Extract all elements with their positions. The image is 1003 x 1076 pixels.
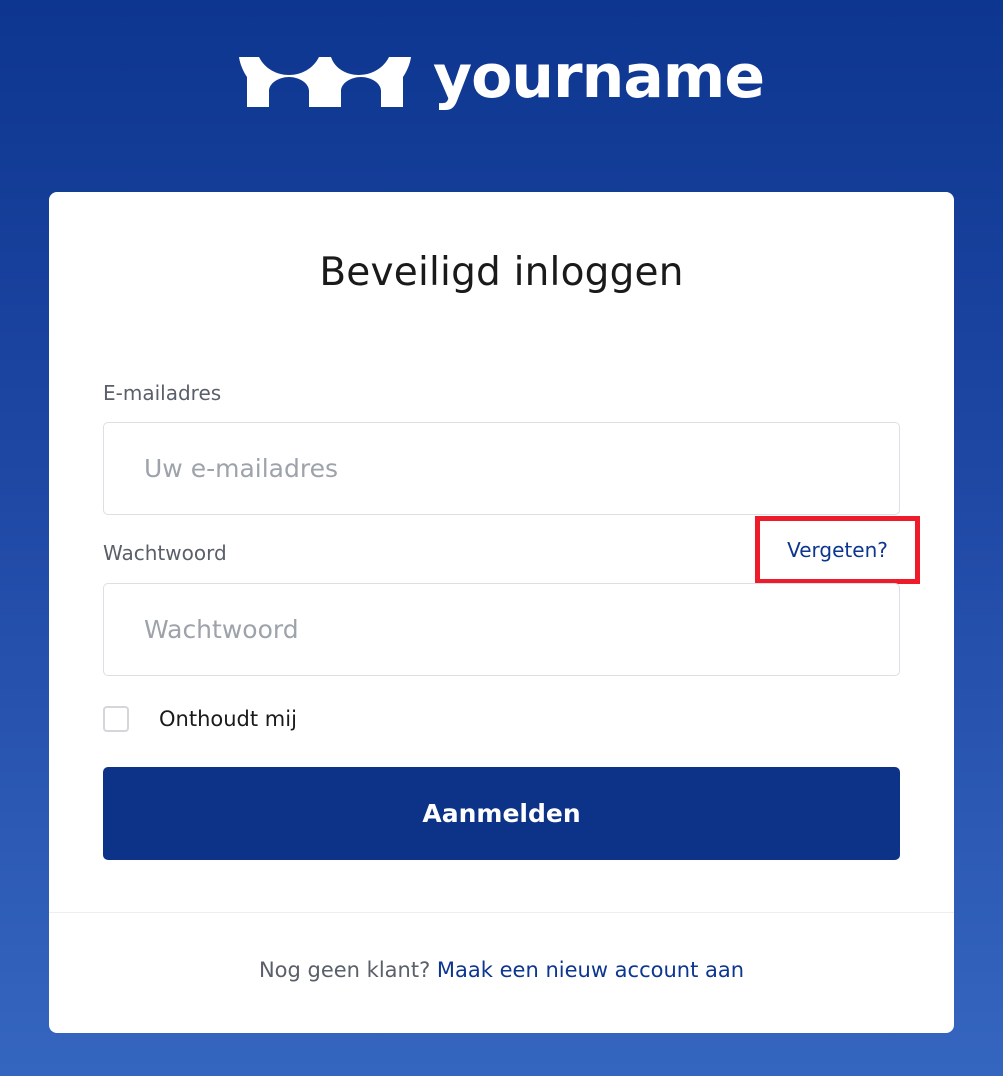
create-account-link[interactable]: Maak een nieuw account aan [437,958,744,982]
remember-me-checkbox[interactable] [103,706,129,732]
forgot-highlight-box: Vergeten? [755,516,920,584]
login-card: Beveiligd inloggen E-mailadres Wachtwoor… [49,192,954,1033]
remember-me-label[interactable]: Onthoudt mij [159,707,297,731]
password-input[interactable] [103,583,900,676]
brand-logo-icon [238,57,411,107]
page-title: Beveiligd inloggen [319,250,684,295]
password-label: Wachtwoord [103,541,227,565]
card-divider [49,912,954,913]
login-button[interactable]: Aanmelden [103,767,900,860]
email-label: E-mailadres [103,381,222,405]
remember-me-row: Onthoudt mij [103,704,297,734]
brand-header: yourname [0,40,1003,120]
signup-footer: Nog geen klant? Maak een nieuw account a… [49,958,954,982]
brand-name: yourname [432,42,765,112]
forgot-password-link[interactable]: Vergeten? [787,538,888,562]
signup-prompt: Nog geen klant? [258,958,431,982]
email-input[interactable] [103,422,900,515]
